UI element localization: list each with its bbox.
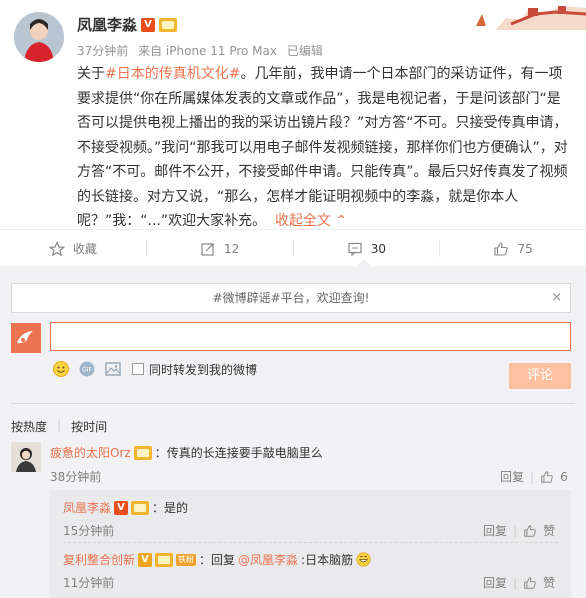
like-label: 赞	[543, 576, 556, 590]
reply-time: 11分钟前	[63, 576, 115, 590]
vip-crown-icon	[155, 552, 174, 567]
hashtag-link[interactable]: #日本的传真机文化#	[105, 66, 240, 82]
comment-tools: GIF 同时转发到我的微博	[52, 360, 257, 378]
author-name-row: 凤凰李淼 V	[77, 14, 178, 35]
repost-checkbox[interactable]: 同时转发到我的微博	[132, 361, 257, 378]
checkbox-box[interactable]	[132, 363, 144, 375]
great-wall-banner-icon	[466, 0, 586, 30]
repost-count: 12	[223, 241, 240, 256]
post-source: 来自 iPhone 11 Pro Max	[138, 44, 277, 58]
comment-icon	[348, 242, 362, 256]
verified-badge-icon: V	[141, 17, 156, 32]
reply-divider	[63, 542, 558, 543]
weibo-logo-icon	[11, 323, 41, 353]
comment-line: 疲惫的太阳Orz ：传真的长连接要手敲电脑里么	[50, 444, 323, 461]
repost-button[interactable]: 12	[147, 240, 294, 257]
vip-crown-icon	[131, 500, 150, 515]
reply-text: ：是的	[152, 501, 189, 515]
post-meta: 37分钟前 来自 iPhone 11 Pro Max 已编辑	[77, 42, 329, 59]
rumor-notice-banner[interactable]: #微博辟谣#平台，欢迎查询! ×	[11, 283, 571, 313]
thumbs-up-icon[interactable]	[523, 524, 537, 538]
verified-badge-icon: V	[114, 500, 129, 515]
commenter-photo-icon	[11, 442, 41, 472]
repost-icon	[201, 242, 214, 256]
my-avatar	[11, 323, 41, 353]
reply-author-name[interactable]: 凤凰李淼	[63, 499, 111, 516]
thumbs-up-icon[interactable]	[540, 470, 554, 484]
reply-button[interactable]: 回复	[500, 468, 524, 485]
comment-sort-bar: 按热度 | 按时间	[11, 403, 575, 435]
like-button[interactable]: 75	[440, 240, 586, 257]
post-action-bar: 收藏 12 30 75	[0, 229, 586, 267]
notice-text: #微博辟谣#平台，欢迎查询!	[212, 291, 370, 305]
sort-separator: |	[57, 418, 62, 432]
grin-emoji-icon	[356, 552, 371, 567]
reply-button[interactable]: 回复	[483, 522, 507, 539]
reply-list: 凤凰李淼 V ：是的 15分钟前 回复 | 赞 复利整合创新 V 铁粉 ：回复 …	[50, 490, 571, 598]
content-prefix: 关于	[77, 66, 105, 82]
star-icon	[48, 240, 65, 256]
mention-link[interactable]: @凤凰李淼	[238, 551, 298, 568]
reply-author-name[interactable]: 复利整合创新	[63, 551, 135, 568]
like-count: 75	[517, 241, 533, 256]
gif-icon[interactable]: GIF	[78, 360, 96, 378]
reply-text-prefix: ：回复	[199, 553, 236, 567]
reply-text: :日本脑筋	[301, 553, 354, 567]
reply-ops: 回复 | 赞	[483, 522, 555, 539]
favorite-button[interactable]: 收藏	[0, 240, 147, 257]
vip-crown-icon	[159, 17, 178, 32]
reply-time: 15分钟前	[63, 524, 115, 538]
like-label: 赞	[543, 524, 556, 538]
fan-badge: 铁粉	[176, 553, 197, 566]
post-content: 关于#日本的传真机文化#。几年前，我申请一个日本部门的采访证件，有一项要求提供“…	[77, 62, 573, 234]
image-icon[interactable]	[104, 360, 122, 378]
close-icon[interactable]: ×	[551, 284, 562, 312]
chevron-up-icon: ⌃	[335, 213, 348, 229]
post-time[interactable]: 37分钟前	[77, 44, 128, 58]
comment-count: 30	[370, 241, 387, 256]
commenter-name[interactable]: 疲惫的太阳Orz	[50, 444, 131, 461]
reply-line: 复利整合创新 V 铁粉 ：回复 @凤凰李淼 :日本脑筋	[63, 551, 371, 568]
emoji-icon[interactable]	[52, 360, 70, 378]
verified-badge-icon: V	[138, 552, 153, 567]
thumbs-up-icon	[494, 241, 509, 256]
thumbs-up-icon[interactable]	[523, 576, 537, 590]
post-edited[interactable]: 已编辑	[287, 44, 323, 58]
svg-text:GIF: GIF	[82, 367, 92, 374]
ops-separator: |	[513, 575, 518, 590]
reply-line: 凤凰李淼 V ：是的	[63, 499, 188, 516]
content-body: 。几年前，我申请一个日本部门的采访证件，有一项要求提供“你在所属媒体发表的文章或…	[77, 66, 568, 229]
repost-checkbox-label: 同时转发到我的微博	[149, 362, 258, 377]
author-name[interactable]: 凤凰李淼	[77, 14, 137, 35]
ops-separator: |	[530, 469, 535, 484]
comment-input[interactable]	[50, 322, 571, 351]
author-photo-icon	[14, 12, 64, 62]
comment-time: 38分钟前	[50, 470, 102, 484]
collapse-text-link[interactable]: 收起全文 ⌃	[275, 213, 347, 229]
active-tab-indicator	[357, 259, 371, 266]
ops-separator: |	[513, 523, 518, 538]
sort-by-hot-tab[interactable]: 按热度	[11, 418, 47, 435]
commenter-avatar[interactable]	[11, 442, 41, 472]
comment-button[interactable]: 30	[294, 240, 441, 257]
comment-like-count: 6	[560, 469, 568, 484]
comment-text: ：传真的长连接要手敲电脑里么	[154, 446, 323, 460]
reply-button[interactable]: 回复	[483, 574, 507, 591]
vip-crown-icon	[133, 445, 152, 460]
author-avatar[interactable]	[14, 12, 64, 62]
sort-by-time-tab[interactable]: 按时间	[71, 418, 107, 435]
favorite-label: 收藏	[72, 242, 97, 256]
reply-ops: 回复 | 赞	[483, 574, 555, 591]
comment-ops: 回复 | 6	[500, 468, 568, 485]
submit-comment-button[interactable]: 评论	[509, 363, 571, 389]
